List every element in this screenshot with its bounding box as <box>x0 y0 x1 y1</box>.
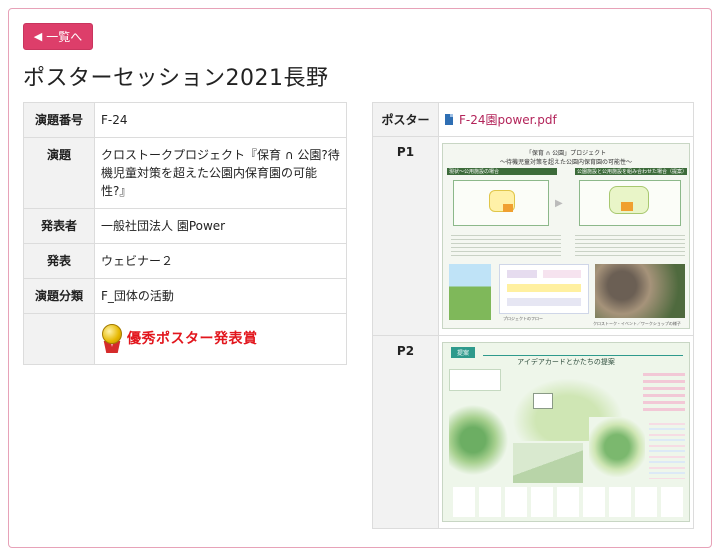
poster-1-title: 「保育 ∩ 公園」プロジェクト <box>525 150 607 157</box>
poster-1-caption-left: プロジェクトのフロー <box>503 316 543 321</box>
poster-2-building <box>533 393 553 409</box>
poster-2-note-box <box>449 369 501 391</box>
arrow-right-icon: ▶ <box>555 198 563 209</box>
poster-file-name: F-24園power.pdf <box>459 113 557 127</box>
award-cell: 優秀ポスター発表賞 <box>94 313 347 365</box>
poster-page-1-image[interactable]: 「保育 ∩ 公園」プロジェクト 〜待機児童対策を超えた公園内保育園の可能性〜 現… <box>442 143 690 329</box>
table-row: P1 「保育 ∩ 公園」プロジェクト 〜待機児童対策を超えた公園内保育園の可能性… <box>372 136 694 336</box>
row-label: 演題番号 <box>23 102 95 138</box>
back-to-list-button[interactable]: ◀ 一覧へ <box>23 23 93 50</box>
presentation-category: F_団体の活動 <box>94 278 347 314</box>
page-label-p2: P2 <box>372 335 439 529</box>
presentation-title: クロストークプロジェクト『保育 ∩ 公園?待機児童対策を超えた公園内保育園の可能… <box>94 137 347 209</box>
poster-2-idea-cards-2 <box>649 419 685 479</box>
table-row: 優秀ポスター発表賞 <box>23 313 347 365</box>
poster-2-idea-cards <box>643 369 685 413</box>
poster-file-cell: F-24園power.pdf <box>438 102 694 137</box>
row-label: 発表 <box>23 243 95 279</box>
table-row: 発表者 一般社団法人 園Power <box>23 208 347 244</box>
page-title: ポスターセッション2021長野 <box>23 66 329 91</box>
poster-1-right-heading: 公園施設と公用施設を組み合わせた場合（提案） <box>577 169 688 175</box>
poster-1-diagram-node <box>621 202 633 211</box>
poster-1-flow-box <box>507 284 581 292</box>
poster-page-2-cell: 提案 アイデアカードとかたちの提案 <box>438 335 694 529</box>
table-row: 演題番号 F-24 <box>23 102 347 138</box>
poster-pdf-link[interactable]: F-24園power.pdf <box>445 111 557 128</box>
table-row: 発表 ウェビナー２ <box>23 243 347 279</box>
presentation-number: F-24 <box>94 102 347 138</box>
presentation-info-table: 演題番号 F-24 演題 クロストークプロジェクト『保育 ∩ 公園?待機児童対策… <box>23 102 347 365</box>
file-icon <box>445 114 453 125</box>
poster-2-title: アイデアカードとかたちの提案 <box>517 358 615 366</box>
table-row: ポスター F-24園power.pdf <box>372 102 694 137</box>
poster-page-2-image[interactable]: 提案 アイデアカードとかたちの提案 <box>442 342 690 522</box>
poster-2-title-rule <box>483 355 683 356</box>
arrow-left-icon: ◀ <box>33 31 43 43</box>
poster-1-caption-right: クロストーク・イベント／ワークショップの様子 <box>593 321 681 326</box>
row-label: 演題分類 <box>23 278 95 314</box>
poster-2-trees <box>449 405 509 475</box>
poster-page-1-cell: 「保育 ∩ 公園」プロジェクト 〜待機児童対策を超えた公園内保育園の可能性〜 現… <box>438 136 694 336</box>
award-label: 優秀ポスター発表賞 <box>127 330 258 347</box>
poster-table: ポスター F-24園power.pdf P1 「保育 ∩ 公園」プロジェクト 〜… <box>372 102 694 529</box>
table-row: P2 提案 アイデアカードとかたちの提案 <box>372 335 694 529</box>
back-button-label: 一覧へ <box>46 30 83 44</box>
page-label-p1: P1 <box>372 136 439 336</box>
poster-1-diagram-node <box>503 204 513 212</box>
presentation-session: ウェビナー２ <box>94 243 347 279</box>
poster-1-flow-box <box>543 270 581 278</box>
poster-1-photo-workshop <box>595 264 685 318</box>
poster-2-slope <box>513 443 583 483</box>
poster-1-subtitle: 〜待機児童対策を超えた公園内保育園の可能性〜 <box>499 159 632 166</box>
row-label: 発表者 <box>23 208 95 244</box>
row-label: 演題 <box>23 137 95 209</box>
poster-2-card-row <box>453 487 683 517</box>
medal-icon <box>101 324 123 354</box>
poster-1-left-heading: 現状〜公用施設の場合 <box>449 169 500 175</box>
table-row: 演題分類 F_団体の活動 <box>23 278 347 314</box>
poster-1-flow-box <box>507 298 581 306</box>
award-badge: 優秀ポスター発表賞 <box>101 322 340 356</box>
poster-1-text-right <box>575 232 685 258</box>
poster-label: ポスター <box>372 102 439 137</box>
poster-1-flow-box <box>507 270 537 278</box>
table-row: 演題 クロストークプロジェクト『保育 ∩ 公園?待機児童対策を超えた公園内保育園… <box>23 137 347 209</box>
row-label-empty <box>23 313 95 365</box>
presenter: 一般社団法人 園Power <box>94 208 347 244</box>
poster-1-text-left <box>451 232 561 258</box>
poster-2-park-area <box>589 417 645 477</box>
poster-1-photo-park <box>449 264 491 320</box>
